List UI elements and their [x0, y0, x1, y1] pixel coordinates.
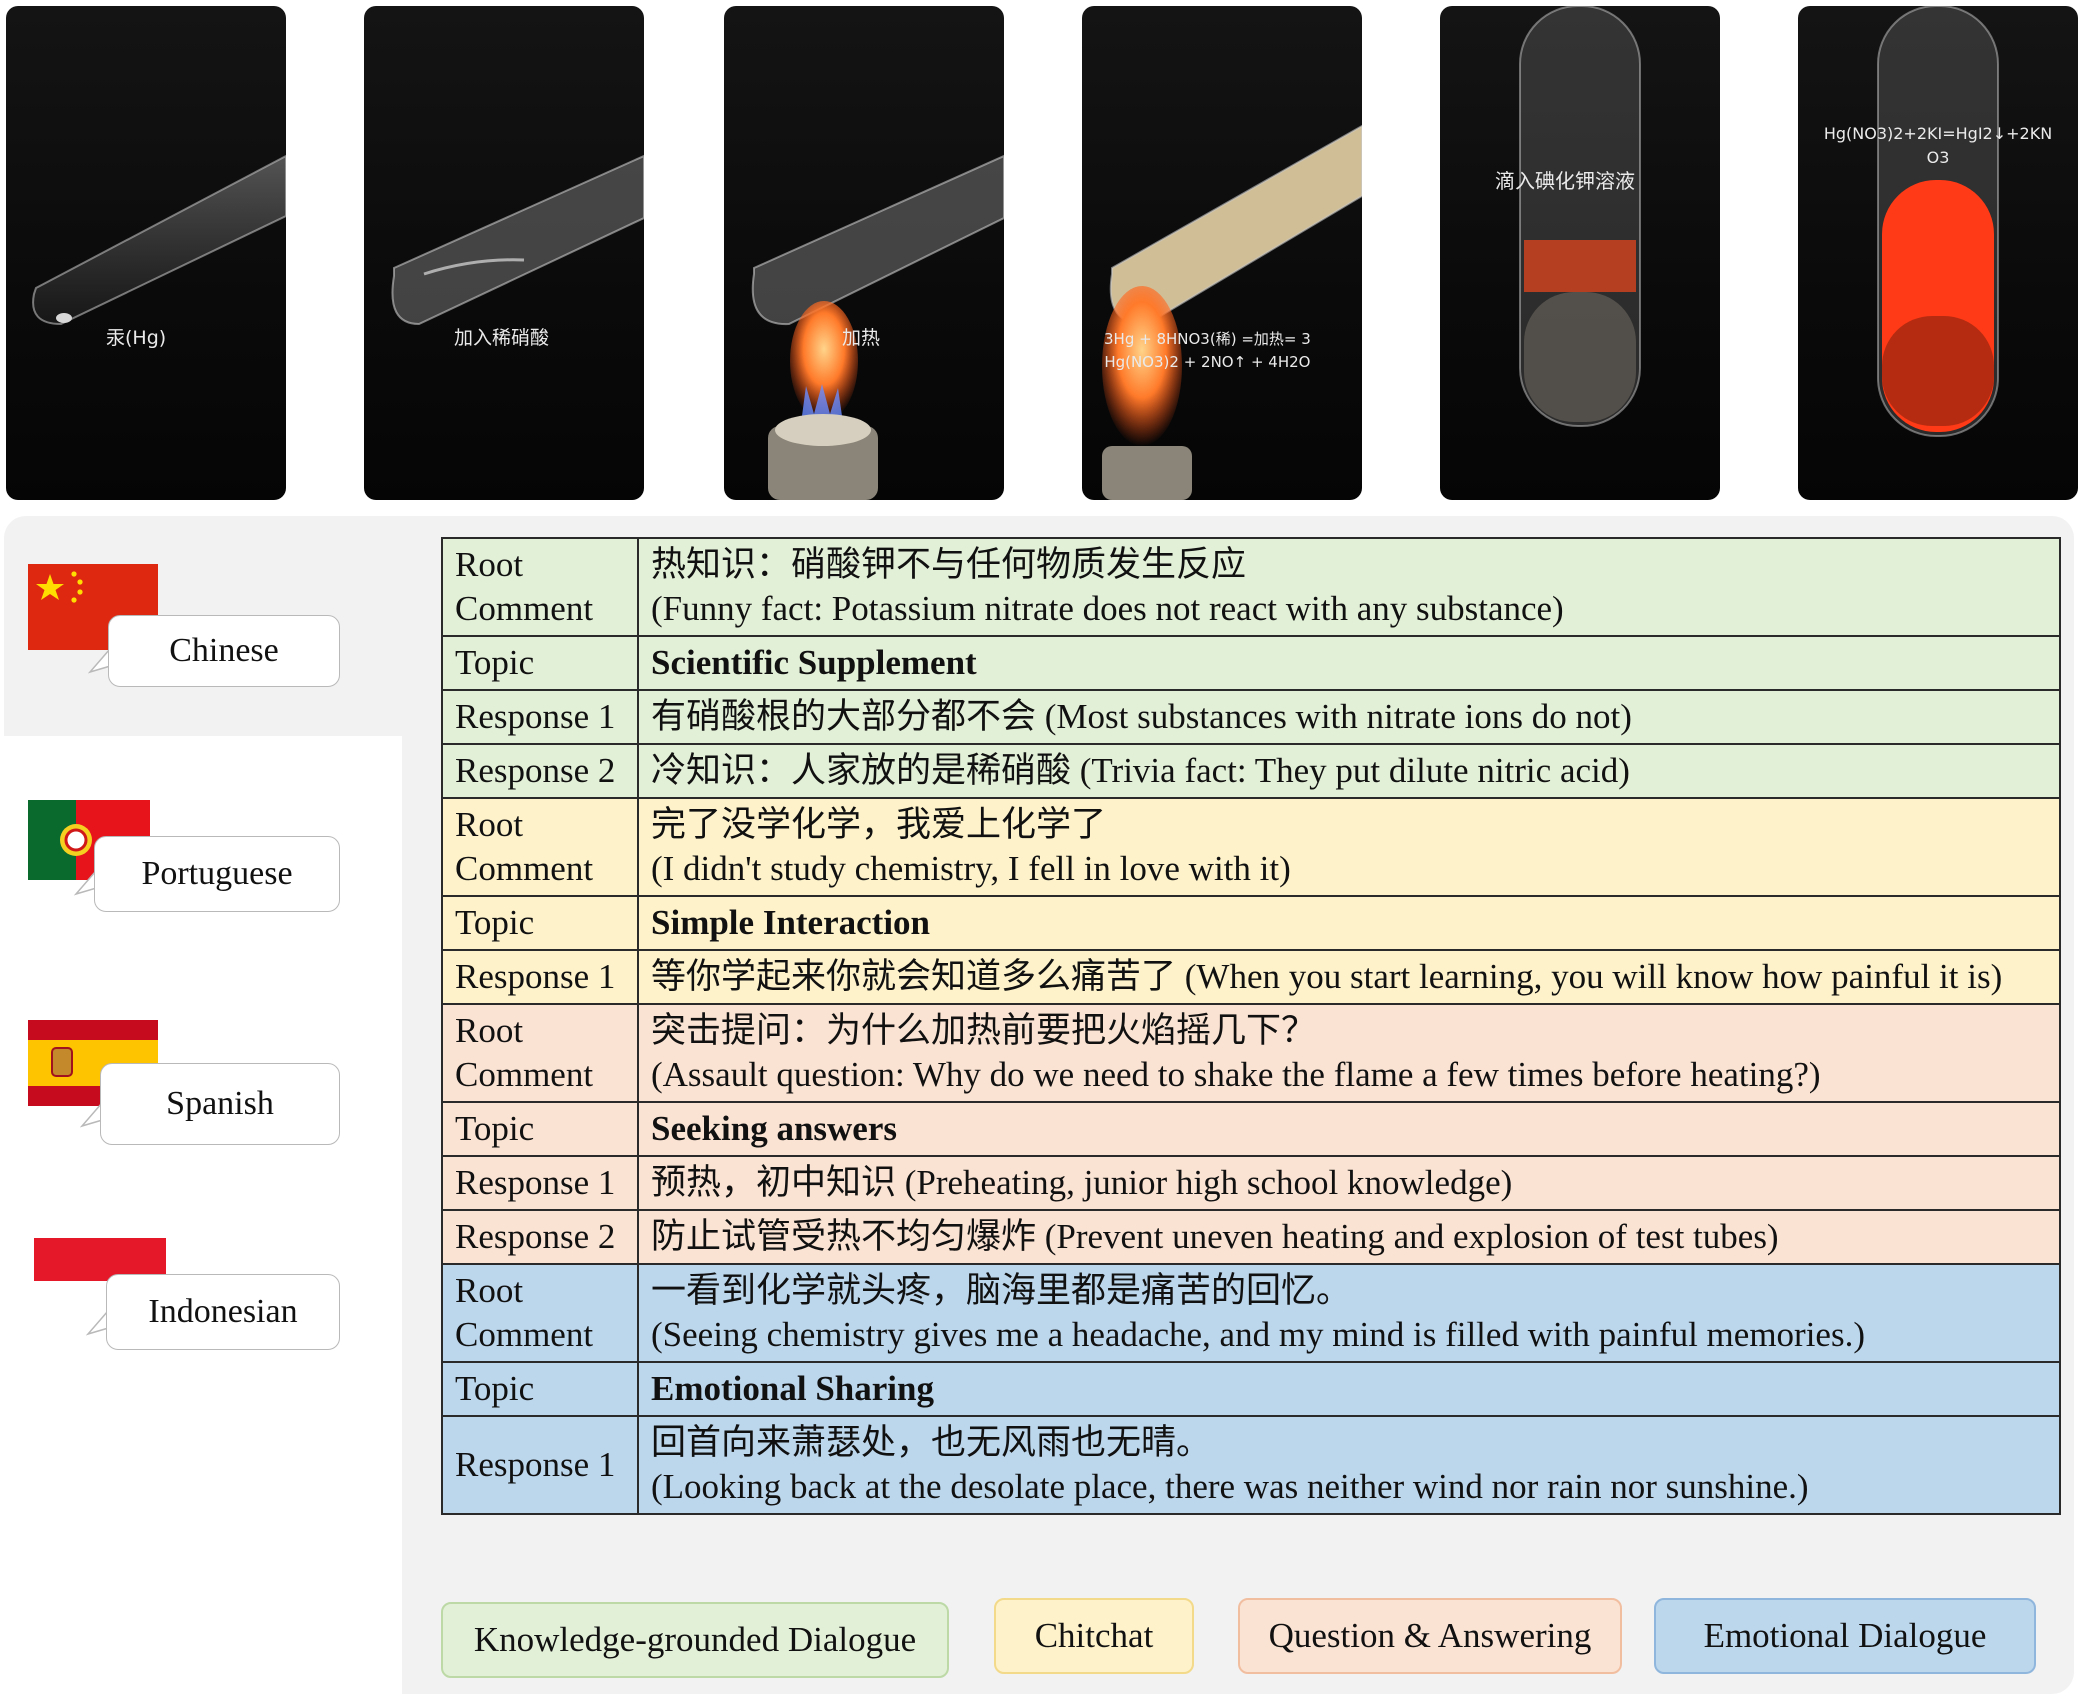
test-tube-upright-image	[1519, 6, 1641, 427]
row-label: Topic	[441, 895, 639, 951]
dialogue-row: Response 2 冷知识：人家放的是稀硝酸 (Trivia fact: The…	[441, 743, 2061, 799]
comment-text: 一看到化学就头疼，脑海里都是痛苦的回忆。 (Seeing chemistry g…	[637, 1263, 2061, 1363]
topic-text: Seeking answers	[637, 1101, 2061, 1157]
row-label: Topic	[441, 1101, 639, 1157]
dialogue-row: Response 1 有硝酸根的大部分都不会 (Most substances w…	[441, 689, 2061, 745]
dialogue-table: Root Comment 热知识：硝酸钾不与任何物质发生反应 (Funny fac…	[441, 537, 2061, 1515]
dialogue-row: Response 1 预热，初中知识 (Preheating, junior hi…	[441, 1155, 2061, 1211]
row-label: Response 2	[441, 1209, 639, 1265]
row-label: Response 1	[441, 1415, 639, 1515]
comment-text: 有硝酸根的大部分都不会 (Most substances with nitrat…	[637, 689, 2061, 745]
dialogue-row: Response 1 等你学起来你就会知道多么痛苦了 (When you star…	[441, 949, 2061, 1005]
comment-text: 突击提问：为什么加热前要把火焰摇几下？ (Assault question: W…	[637, 1003, 2061, 1103]
dialogue-row: Topic Seeking answers	[441, 1101, 2061, 1157]
legend-item: Emotional Dialogue	[1654, 1598, 2036, 1674]
heating-image	[751, 154, 1004, 500]
dialogue-row: Topic Scientific Supplement	[441, 635, 2061, 691]
topic-text: Scientific Supplement	[637, 635, 2061, 691]
language-label-chinese: Chinese	[108, 615, 340, 687]
row-label: Topic	[441, 1361, 639, 1417]
dialogue-row: Response 1 回首向来萧瑟处，也无风雨也无晴。 (Looking back…	[441, 1415, 2061, 1515]
dialogue-row: Response 2 防止试管受热不均匀爆炸 (Prevent uneven he…	[441, 1209, 2061, 1265]
dialogue-row: Root Comment 热知识：硝酸钾不与任何物质发生反应 (Funny fac…	[441, 537, 2061, 637]
test-tube-image	[32, 154, 286, 326]
frame-caption: 3Hg + 8HNO3(稀) =加热= 3 Hg(NO3)2 + 2NO↑ + …	[1104, 330, 1311, 371]
language-label-indonesian: Indonesian	[106, 1274, 340, 1350]
comment-text: 预热，初中知识 (Preheating, junior high school …	[637, 1155, 2061, 1211]
language-label-portuguese: Portuguese	[94, 836, 340, 912]
comment-text: 冷知识：人家放的是稀硝酸 (Trivia fact: They put dilu…	[637, 743, 2061, 799]
comment-text: 防止试管受热不均匀爆炸 (Prevent uneven heating and …	[637, 1209, 2061, 1265]
row-label: Response 1	[441, 949, 639, 1005]
video-frame-5: 滴入碘化钾溶液	[1440, 6, 1720, 500]
test-tube-precipitate-image	[1877, 6, 1999, 437]
topic-text: Simple Interaction	[637, 895, 2061, 951]
row-label: Root Comment	[441, 1263, 639, 1363]
video-frames-strip: 汞(Hg) 加入稀硝酸 加热 3Hg + 8HNO3(稀) =加热= 3 Hg(…	[0, 0, 2080, 510]
comment-text: 完了没学化学，我爱上化学了 (I didn't study chemistry,…	[637, 797, 2061, 897]
row-label: Response 1	[441, 689, 639, 745]
legend-item: Knowledge-grounded Dialogue	[441, 1602, 949, 1678]
comment-text: 回首向来萧瑟处，也无风雨也无晴。 (Looking back at the de…	[637, 1415, 2061, 1515]
legend-item: Question & Answering	[1238, 1598, 1622, 1674]
reaction-image	[1102, 124, 1362, 500]
language-label-spanish: Spanish	[100, 1063, 340, 1145]
comment-text: 热知识：硝酸钾不与任何物质发生反应 (Funny fact: Potassium…	[637, 537, 2061, 637]
row-label: Topic	[441, 635, 639, 691]
video-frame-1: 汞(Hg)	[6, 6, 286, 500]
frame-caption: 滴入碘化钾溶液	[1495, 169, 1635, 193]
frame-caption: 汞(Hg)	[106, 327, 167, 349]
dialogue-row: Topic Emotional Sharing	[441, 1361, 2061, 1417]
dialogue-row: Root Comment 完了没学化学，我爱上化学了 (I didn't stud…	[441, 797, 2061, 897]
comment-text: 等你学起来你就会知道多么痛苦了 (When you start learning…	[637, 949, 2061, 1005]
test-tube-image	[391, 154, 644, 326]
legend-item: Chitchat	[994, 1598, 1194, 1674]
row-label: Root Comment	[441, 537, 639, 637]
frame-caption: 加入稀硝酸	[454, 327, 550, 349]
frame-caption: Hg(NO3)2+2KI=HgI2↓+2KN O3	[1823, 124, 2053, 167]
video-frame-4: 3Hg + 8HNO3(稀) =加热= 3 Hg(NO3)2 + 2NO↑ + …	[1082, 6, 1362, 500]
row-label: Root Comment	[441, 1003, 639, 1103]
dialogue-row: Root Comment 一看到化学就头疼，脑海里都是痛苦的回忆。 (Seeing…	[441, 1263, 2061, 1363]
topic-text: Emotional Sharing	[637, 1361, 2061, 1417]
video-frame-3: 加热	[724, 6, 1004, 500]
dialogue-row: Root Comment 突击提问：为什么加热前要把火焰摇几下？ (Assault…	[441, 1003, 2061, 1103]
row-label: Response 2	[441, 743, 639, 799]
dialogue-row: Topic Simple Interaction	[441, 895, 2061, 951]
row-label: Response 1	[441, 1155, 639, 1211]
video-frame-2: 加入稀硝酸	[364, 6, 644, 500]
row-label: Root Comment	[441, 797, 639, 897]
video-frame-6: Hg(NO3)2+2KI=HgI2↓+2KN O3	[1798, 6, 2078, 500]
frame-caption: 加热	[842, 327, 881, 349]
